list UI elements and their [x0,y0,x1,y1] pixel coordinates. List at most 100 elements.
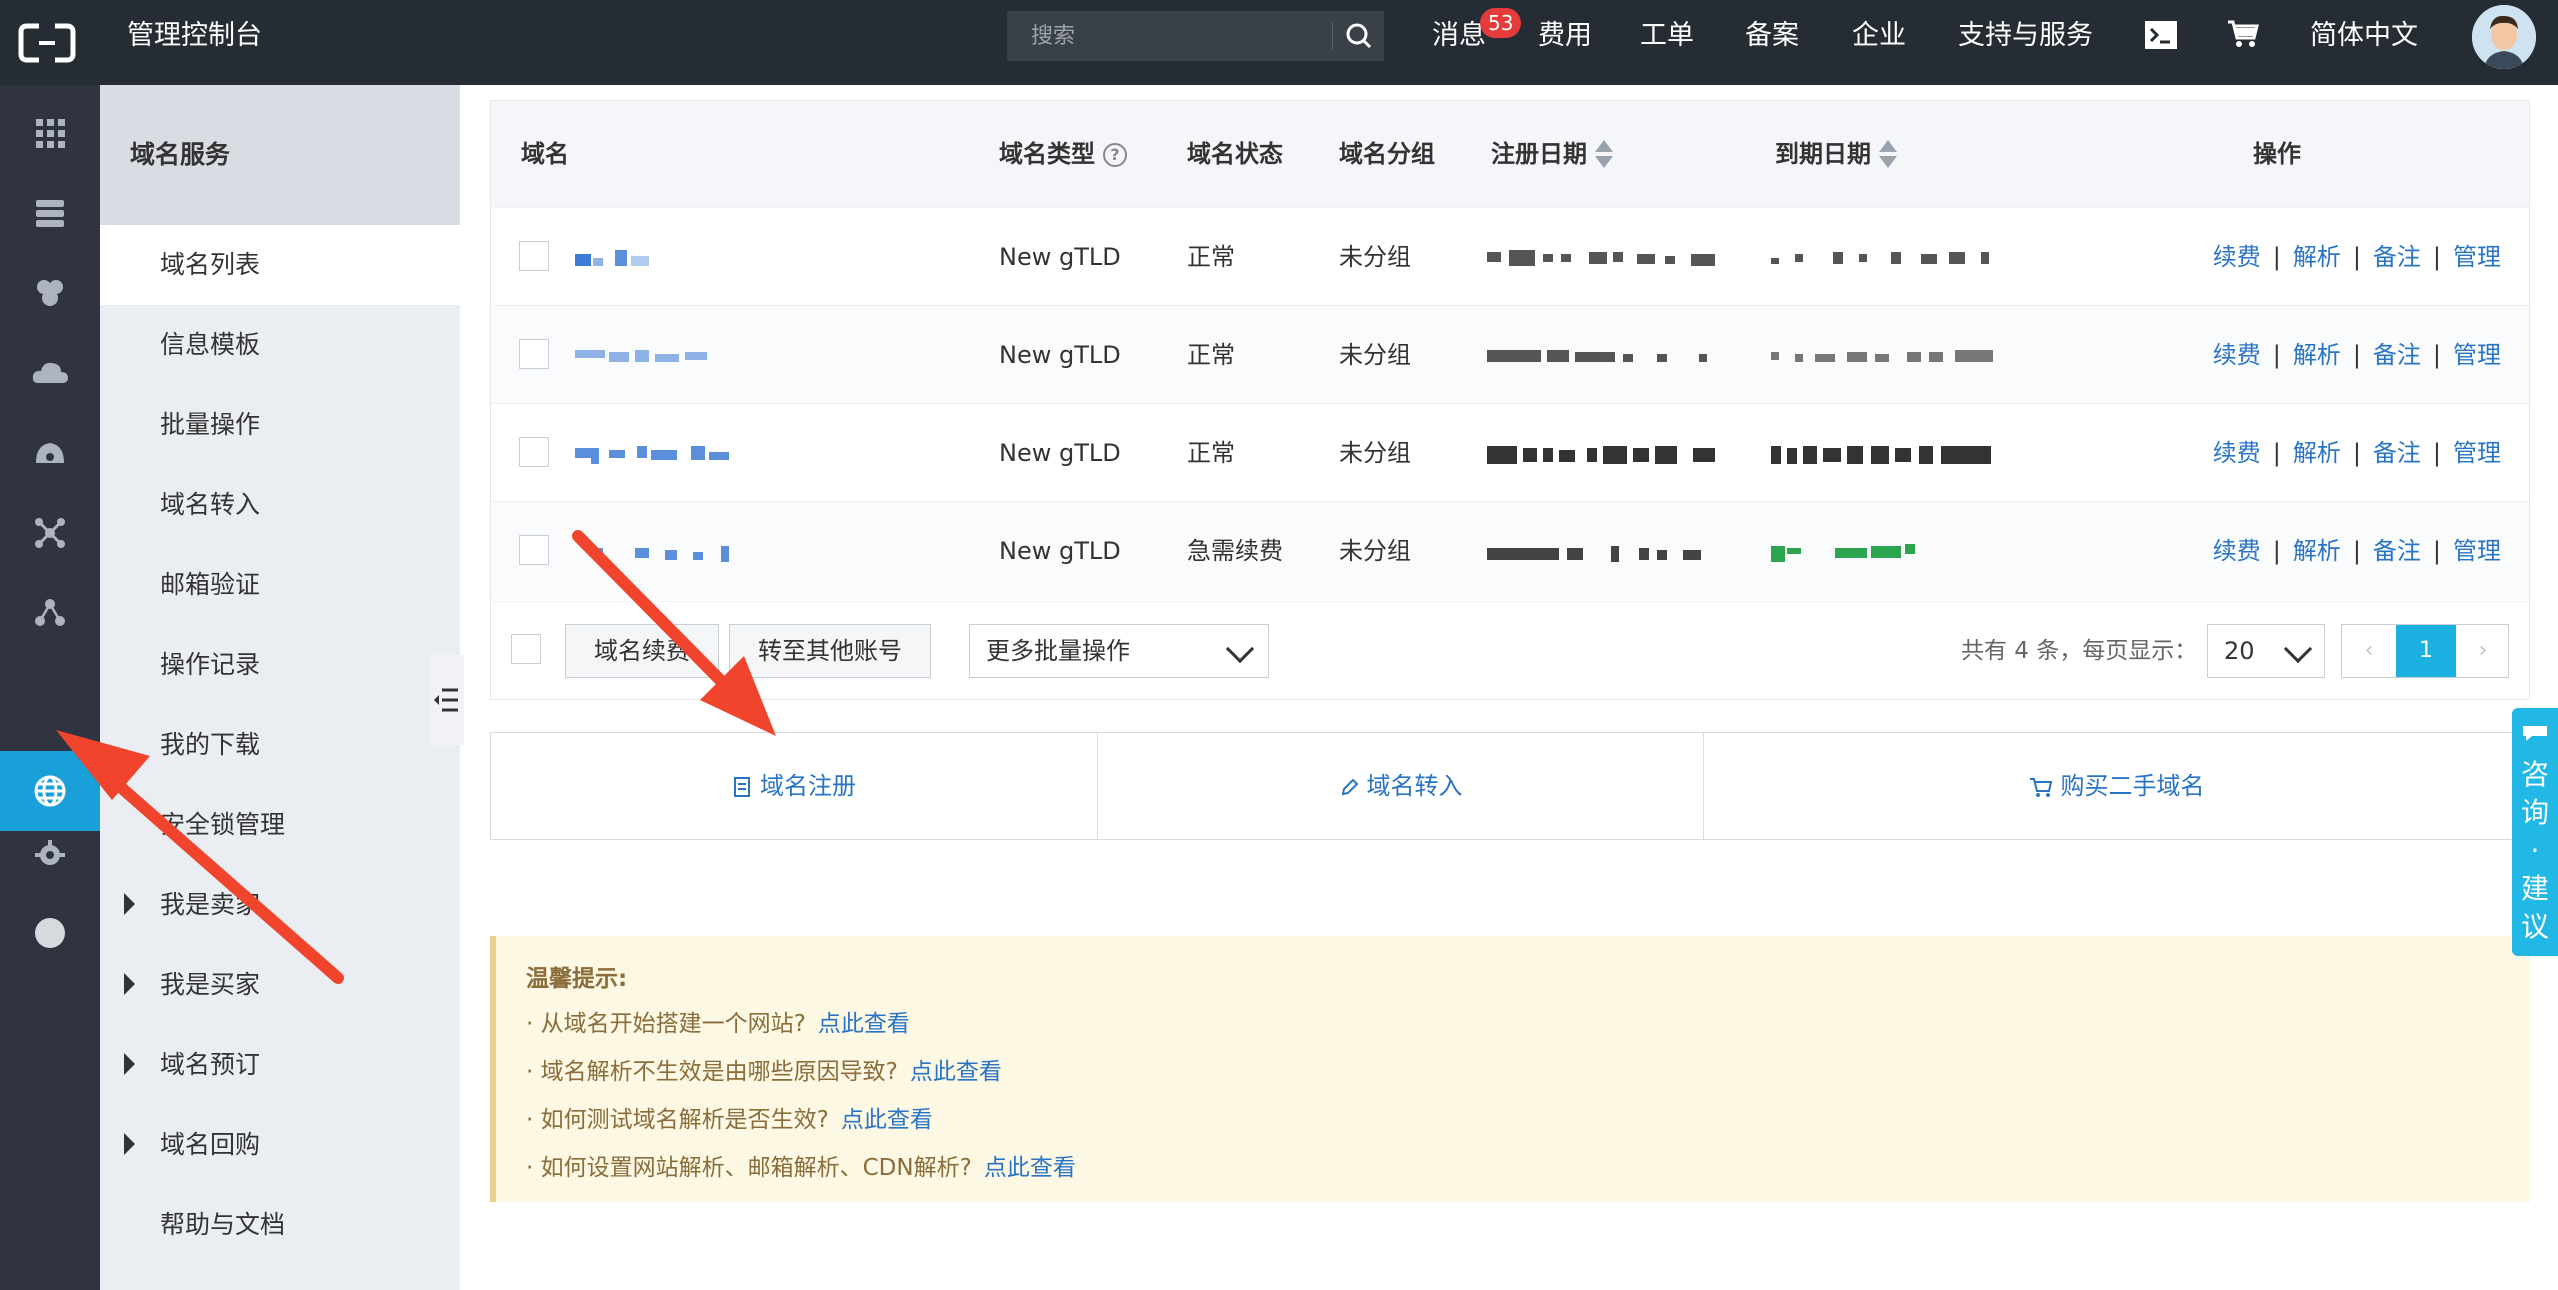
domain-type: New gTLD [999,439,1121,467]
remark-link[interactable]: 备注 [2373,439,2421,467]
sidebar-item-op-log[interactable]: 操作记录 [100,625,460,705]
cart-icon[interactable] [2226,18,2260,50]
sort-icon[interactable] [1879,140,1897,170]
sidebar-item-domain-transfer-in[interactable]: 域名转入 [100,465,460,545]
tip-link[interactable]: 点此查看 [984,1155,1076,1181]
renew-link[interactable]: 续费 [2213,341,2261,369]
redacted-expire-date [1771,252,1989,264]
consult-char: 询 [2520,796,2549,829]
consult-feedback-tab[interactable]: 咨 询 · 建 议 [2512,708,2558,956]
search-divider [1332,22,1333,50]
sidebar-group-buyer[interactable]: 我是买家 [100,945,460,1025]
settings-cloud-icon[interactable] [28,831,72,875]
redacted-domain-name[interactable] [575,544,745,562]
sidebar-item-downloads[interactable]: 我的下载 [100,705,460,785]
nav-icp-filing[interactable]: 备案 [1745,0,1799,72]
icon-rail [0,85,100,1290]
search-icon[interactable] [1339,18,1379,54]
renew-link[interactable]: 续费 [2213,439,2261,467]
row-actions: 续费 | 解析 | 备注 | 管理 [2213,502,2501,600]
buy-second-hand-domain-button[interactable]: 购买二手域名 [1703,733,2529,839]
cluster-icon[interactable] [28,271,72,315]
column-header-reg-date[interactable]: 注册日期 [1491,101,1613,207]
dns-link[interactable]: 解析 [2293,341,2341,369]
tip-link[interactable]: 点此查看 [841,1107,933,1133]
tip-link[interactable]: 点此查看 [910,1059,1002,1085]
sidebar-group-buyback[interactable]: 域名回购 [100,1105,460,1185]
sort-icon[interactable] [1595,140,1613,170]
manage-link[interactable]: 管理 [2453,439,2501,467]
manage-link[interactable]: 管理 [2453,341,2501,369]
transfer-in-domain-button[interactable]: 域名转入 [1097,733,1703,839]
cloud-icon[interactable] [28,351,72,395]
chevron-down-icon [1225,634,1255,664]
server-icon[interactable] [28,191,72,235]
redacted-domain-name[interactable] [575,250,655,268]
current-page-button[interactable]: 1 [2396,625,2456,677]
tip-item: · 域名解析不生效是由哪些原因导致? 点此查看 [526,1048,2530,1096]
sidebar-group-reserve[interactable]: 域名预订 [100,1025,460,1105]
network-icon[interactable] [28,511,72,555]
sidebar-collapse-toggle[interactable] [430,655,464,745]
batch-renew-button[interactable]: 域名续费 [565,624,719,678]
remark-link[interactable]: 备注 [2373,341,2421,369]
row-checkbox[interactable] [519,535,549,565]
language-switcher[interactable]: 简体中文 [2310,0,2418,72]
register-domain-button[interactable]: 域名注册 [491,733,1097,839]
manage-link[interactable]: 管理 [2453,243,2501,271]
aliyun-logo-icon[interactable] [17,20,77,66]
sidebar-item-security-lock[interactable]: 安全锁管理 [100,785,460,865]
row-actions: 续费 | 解析 | 备注 | 管理 [2213,208,2501,306]
renew-link[interactable]: 续费 [2213,243,2261,271]
circle-icon[interactable] [28,911,72,955]
column-header-expire-date[interactable]: 到期日期 [1775,101,1897,207]
column-header-actions: 操作 [2253,140,2301,168]
row-checkbox[interactable] [519,437,549,467]
renew-link[interactable]: 续费 [2213,537,2261,565]
consult-char: · [2530,834,2540,867]
nav-support[interactable]: 支持与服务 [1958,0,2093,72]
globe-icon[interactable] [28,769,72,813]
sidebar-group-seller[interactable]: 我是卖家 [100,865,460,945]
row-checkbox[interactable] [519,339,549,369]
dns-link[interactable]: 解析 [2293,439,2341,467]
separator: | [2352,341,2361,369]
select-all-checkbox[interactable] [511,634,541,664]
row-checkbox[interactable] [519,241,549,271]
nav-enterprise[interactable]: 企业 [1852,0,1906,72]
search-input[interactable] [1007,11,1332,61]
dns-link[interactable]: 解析 [2293,243,2341,271]
cdn-icon[interactable] [28,431,72,475]
help-icon[interactable]: ? [1103,143,1127,167]
more-batch-select[interactable]: 更多批量操作 [969,624,1269,678]
next-page-button[interactable]: › [2456,625,2510,677]
sidebar-item-batch-ops[interactable]: 批量操作 [100,385,460,465]
page-size-select[interactable]: 20 [2207,624,2325,678]
sidebar-item-email-verify[interactable]: 邮箱验证 [100,545,460,625]
redacted-domain-name[interactable] [575,348,715,366]
transfer-account-button[interactable]: 转至其他账号 [729,624,931,678]
sidebar-item-domain-list[interactable]: 域名列表 [100,225,460,305]
console-title[interactable]: 管理控制台 [127,0,262,72]
tip-link[interactable]: 点此查看 [818,1011,910,1037]
redacted-reg-date [1487,546,1701,562]
remark-link[interactable]: 备注 [2373,537,2421,565]
sidebar-item-info-template[interactable]: 信息模板 [100,305,460,385]
nav-billing[interactable]: 费用 [1538,0,1592,72]
manage-link[interactable]: 管理 [2453,537,2501,565]
tip-text: · 如何设置网站解析、邮箱解析、CDN解析? [526,1155,972,1181]
nav-tickets[interactable]: 工单 [1640,0,1694,72]
nodes-icon[interactable] [28,591,72,635]
dns-link[interactable]: 解析 [2293,537,2341,565]
terminal-icon[interactable] [2144,20,2178,50]
avatar[interactable] [2472,5,2536,69]
redacted-domain-name[interactable] [575,446,745,464]
tip-text: · 如何测试域名解析是否生效? [526,1107,829,1133]
sidebar-item-help-docs[interactable]: 帮助与文档 [100,1185,460,1265]
prev-page-button[interactable]: ‹ [2342,625,2396,677]
remark-link[interactable]: 备注 [2373,243,2421,271]
tip-item: · 如何测试域名解析是否生效? 点此查看 [526,1096,2530,1144]
consult-char: 议 [2520,910,2549,943]
apps-grid-icon[interactable] [28,111,72,155]
nav-messages[interactable]: 消息 [1432,0,1486,72]
